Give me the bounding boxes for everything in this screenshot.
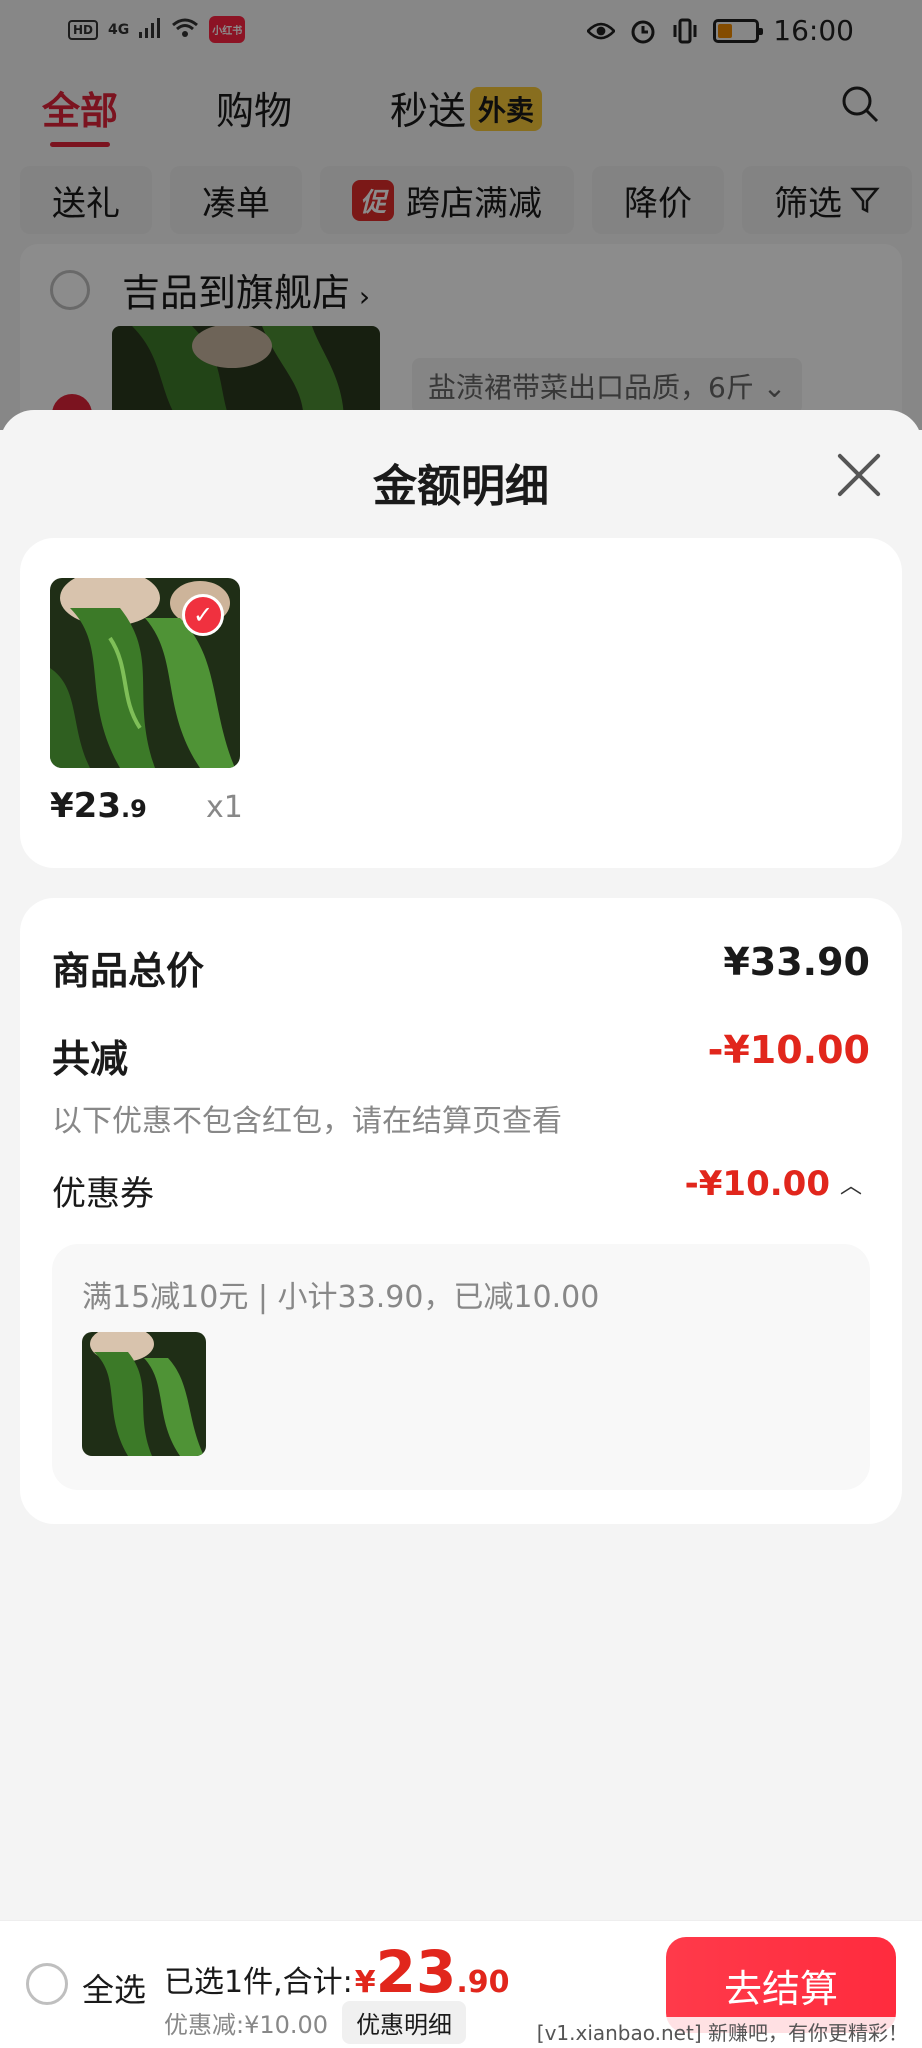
discount-row: 优惠减:¥10.00 优惠明细 bbox=[164, 2001, 467, 2044]
close-icon[interactable] bbox=[836, 452, 882, 498]
total-price-label: 商品总价 bbox=[52, 949, 205, 993]
modal-backdrop[interactable] bbox=[0, 0, 922, 430]
discount-detail-button[interactable]: 优惠明细 bbox=[342, 2001, 467, 2044]
coupon-product-thumbnail bbox=[82, 1332, 206, 1456]
checkout-bar: 全选 已选1件,合计: ¥ 23 .90 优惠减:¥10.00 优惠明细 去结算… bbox=[0, 1920, 922, 2048]
selected-count-text: 已选1件,合计: bbox=[164, 1965, 353, 2000]
chevron-up-icon: ︿ bbox=[839, 1174, 862, 1199]
selected-items-card: ✓ ¥23.9 x1 bbox=[20, 538, 902, 868]
price-summary-card: 商品总价 ¥33.90 共减 -¥10.00 以下优惠不包含红包，请在结算页查看… bbox=[20, 898, 902, 1524]
amount-detail-sheet: 金额明细 ✓ ¥23.9 x1 商品总价 ¥33.90 共减 -¥10.00 以… bbox=[0, 410, 922, 2048]
discount-total-label: 共减 bbox=[52, 1037, 129, 1081]
sheet-title: 金额明细 bbox=[373, 461, 549, 512]
item-price: ¥23.9 bbox=[50, 786, 147, 826]
total-price-value: ¥33.90 bbox=[723, 940, 870, 984]
coupon-value: -¥10.00 bbox=[684, 1164, 830, 1204]
discount-hint: 以下优惠不包含红包，请在结算页查看 bbox=[52, 1104, 562, 1139]
select-all-checkbox[interactable] bbox=[26, 1963, 68, 2005]
total-amount-integer: 23 bbox=[375, 1938, 457, 2006]
coupon-rule: 满15减10元 | 小计33.90，已减10.00 bbox=[82, 1280, 600, 1315]
select-all-label[interactable]: 全选 bbox=[82, 1965, 146, 2011]
watermark-text: [v1.xianbao.net] 新赚吧，有你更精彩！ bbox=[536, 2017, 908, 2046]
checkmark-icon: ✓ bbox=[182, 594, 224, 636]
selection-total: 已选1件,合计: ¥ 23 .90 bbox=[164, 1943, 509, 2001]
coupon-detail-box: 满15减10元 | 小计33.90，已减10.00 bbox=[52, 1244, 870, 1490]
total-amount-decimal: .90 bbox=[456, 1965, 510, 2000]
item-quantity: x1 bbox=[206, 790, 243, 825]
discount-amount-text: 优惠减:¥10.00 bbox=[164, 2011, 329, 2039]
discount-total-value: -¥10.00 bbox=[707, 1028, 870, 1072]
total-currency: ¥ bbox=[354, 1965, 376, 2000]
coupon-toggle[interactable]: -¥10.00 ︿ bbox=[685, 1164, 862, 1204]
coupon-label: 优惠券 bbox=[52, 1174, 154, 1214]
